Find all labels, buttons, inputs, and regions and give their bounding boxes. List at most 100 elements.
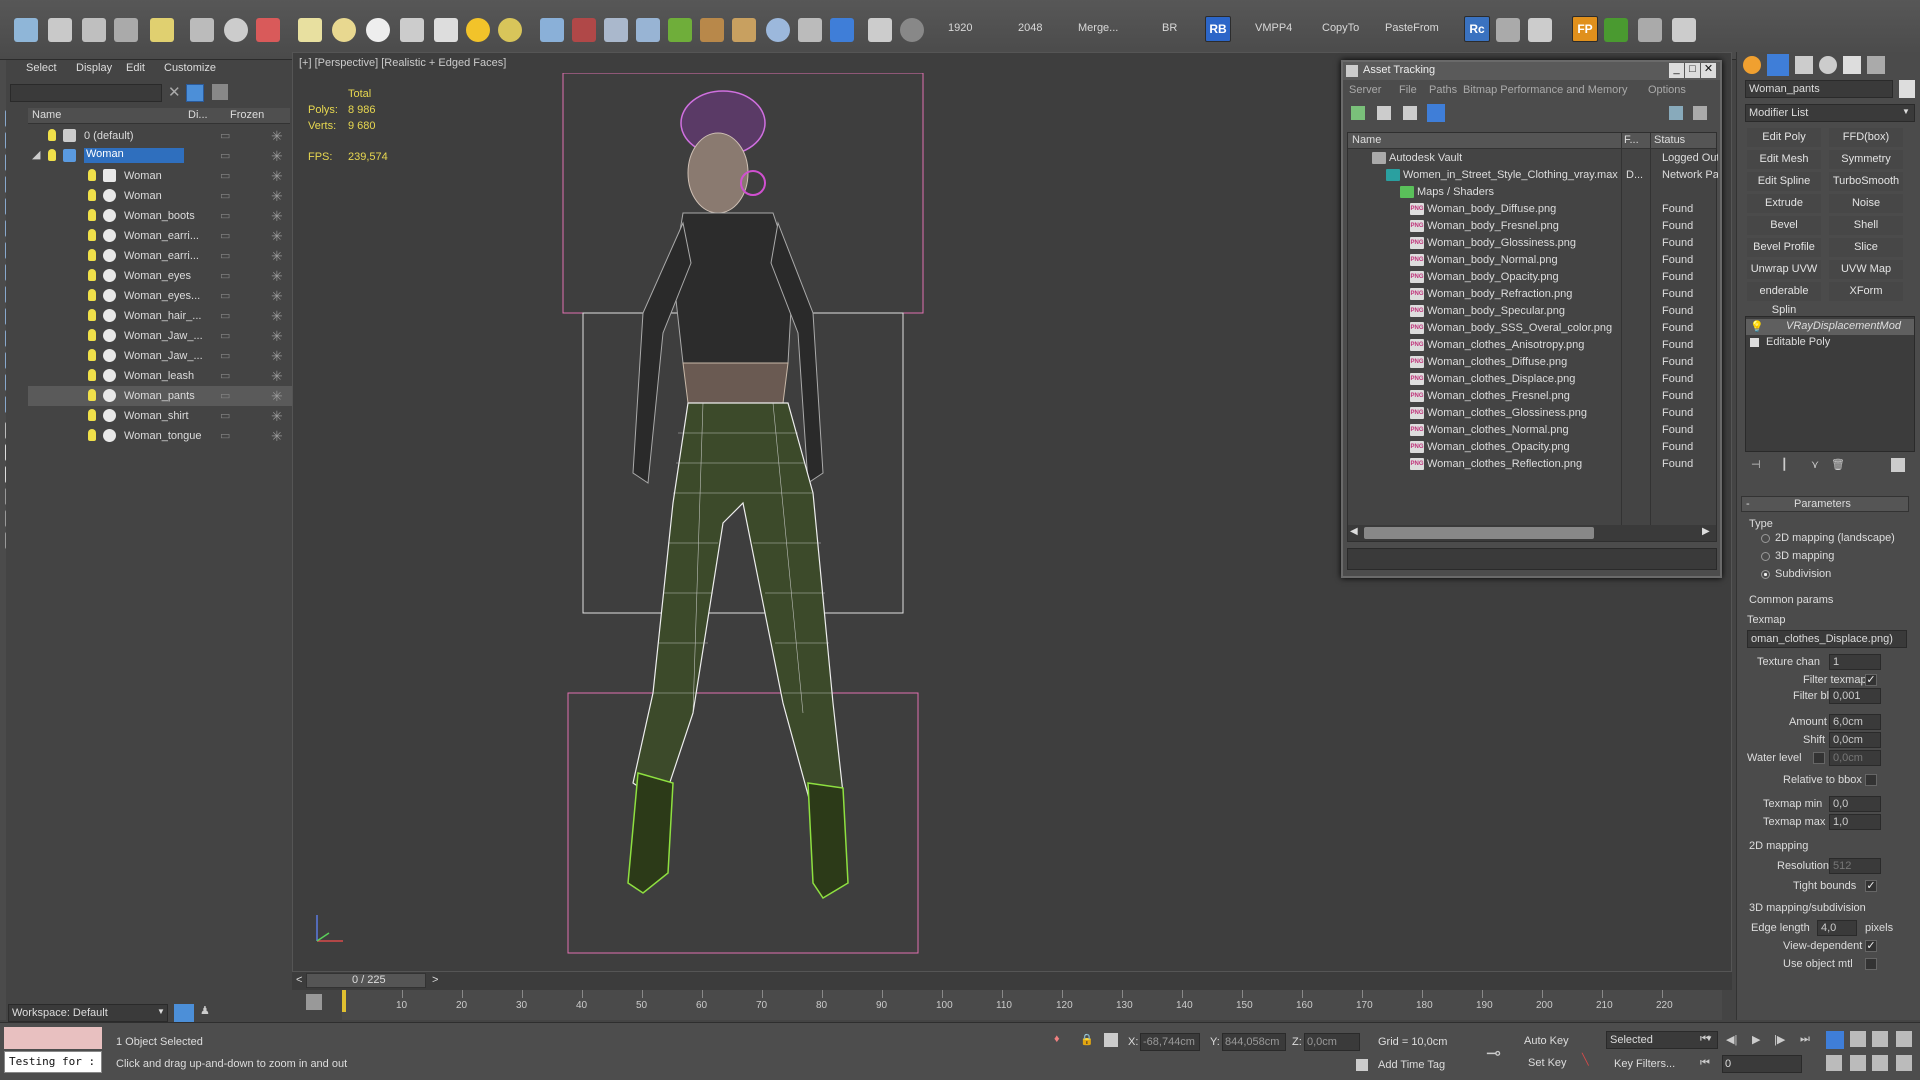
display-icon[interactable]: ▭ — [220, 389, 234, 403]
column-status[interactable]: Status — [1654, 134, 1685, 146]
key-icon[interactable]: ⊸ — [1486, 1043, 1501, 1064]
maximize-viewport-icon[interactable] — [1896, 1031, 1912, 1047]
lightbulb-icon[interactable] — [88, 389, 96, 401]
prev-key-icon[interactable]: ◀| — [1726, 1033, 1737, 1046]
wireframe-figure[interactable] — [543, 73, 943, 963]
snowflake-icon[interactable] — [636, 18, 660, 42]
display-icon[interactable]: ▭ — [220, 309, 234, 323]
rb-button[interactable]: RB — [1205, 16, 1231, 42]
lightbulb-icon[interactable]: 💡 — [1750, 320, 1764, 333]
modifier-button[interactable]: UVW Map — [1829, 260, 1903, 279]
table-view-icon[interactable] — [1427, 104, 1445, 122]
lightbulb-icon[interactable] — [48, 149, 56, 161]
asset-row[interactable]: PNG Woman_clothes_Anisotropy.png Found — [1352, 337, 1718, 354]
tree-icon[interactable] — [1604, 18, 1628, 42]
toolbar-button-vmpp4[interactable]: VMPP4 — [1255, 22, 1292, 34]
skin-icon[interactable] — [604, 18, 628, 42]
display-icon[interactable]: ▭ — [220, 229, 234, 243]
track-bar[interactable]: 10 20 30 40 50 60 70 80 90 100 110 120 130 140 150 160 1… — [342, 990, 1722, 1020]
column-display[interactable]: Di... — [188, 109, 208, 121]
asset-title-bar[interactable]: Asset Tracking _ □ ✕ — [1343, 62, 1720, 80]
menu-paths[interactable]: Paths — [1429, 84, 1457, 96]
current-frame-field[interactable]: 0 — [1722, 1055, 1802, 1073]
sphere-primitive-icon[interactable] — [332, 18, 356, 42]
help-icon[interactable] — [1669, 106, 1683, 120]
asset-row[interactable]: PNG Woman_body_Specular.png Found — [1352, 303, 1718, 320]
key-mode-icon[interactable] — [306, 994, 322, 1010]
relative-bbox-checkbox[interactable] — [1865, 774, 1877, 786]
display-icon[interactable]: ▭ — [220, 149, 234, 163]
modifier-button[interactable]: Symmetry — [1829, 150, 1903, 169]
add-time-tag[interactable]: Add Time Tag — [1378, 1059, 1445, 1071]
object-row[interactable]: Woman_earri... ▭ ✳ — [28, 246, 304, 266]
layer-explorer-icon[interactable] — [174, 1004, 194, 1022]
key-brush-icon[interactable]: ╲ — [1582, 1053, 1589, 1066]
rotate-icon[interactable] — [224, 18, 248, 42]
frozen-icon[interactable]: ✳ — [271, 248, 283, 265]
go-to-start-icon[interactable]: ⏮ — [1700, 1033, 1710, 1046]
object-row[interactable]: Woman_hair_... ▭ ✳ — [28, 306, 304, 326]
open-file-icon[interactable] — [14, 18, 38, 42]
sphere-light-icon[interactable] — [498, 18, 522, 42]
grid-icon[interactable] — [1672, 18, 1696, 42]
display-icon[interactable]: ▭ — [220, 329, 234, 343]
display-icon[interactable]: ▭ — [220, 129, 234, 143]
edge-length-spinner[interactable]: 4,0 — [1817, 920, 1857, 936]
scale-icon[interactable] — [256, 18, 280, 42]
refresh-icon[interactable] — [1351, 106, 1365, 120]
configure-sets-icon[interactable] — [1891, 458, 1905, 472]
remove-modifier-icon[interactable]: 🗑 — [1831, 458, 1845, 471]
object-row[interactable]: Woman_earri... ▭ ✳ — [28, 226, 304, 246]
radio-3d[interactable] — [1761, 552, 1770, 561]
lightbulb-icon[interactable] — [88, 169, 96, 181]
asset-row[interactable]: PNG Woman_body_Normal.png Found — [1352, 252, 1718, 269]
set-key-button[interactable]: Set Key — [1528, 1057, 1567, 1069]
object-row[interactable]: Woman ▭ ✳ — [28, 186, 304, 206]
asset-row[interactable]: PNG Woman_body_Diffuse.png Found — [1352, 201, 1718, 218]
asset-row[interactable]: PNG Woman_clothes_Displace.png Found — [1352, 371, 1718, 388]
asset-path-field[interactable] — [1347, 548, 1717, 570]
asset-row[interactable]: PNG Woman_clothes_Opacity.png Found — [1352, 439, 1718, 456]
modifier-button[interactable]: Edit Poly — [1747, 128, 1821, 147]
texmap-max-spinner[interactable]: 1,0 — [1829, 814, 1881, 830]
asset-row[interactable]: PNG Woman_clothes_Glossiness.png Found — [1352, 405, 1718, 422]
abs-mode-icon[interactable] — [1104, 1033, 1118, 1047]
texmap-min-spinner[interactable]: 0,0 — [1829, 796, 1881, 812]
modify-tab-icon[interactable] — [1767, 54, 1789, 76]
asset-row[interactable]: Autodesk Vault Logged Out — [1352, 150, 1718, 167]
geosphere-icon[interactable] — [366, 18, 390, 42]
frozen-icon[interactable]: ✳ — [271, 388, 283, 405]
frozen-icon[interactable]: ✳ — [271, 328, 283, 345]
asset-row[interactable]: Women_in_Street_Style_Clothing_vray.max D… — [1352, 167, 1718, 184]
go-to-end-icon[interactable]: ⏭ — [1800, 1033, 1810, 1046]
expand-icon[interactable] — [1750, 338, 1759, 347]
menu-bitmap[interactable]: Bitmap Performance and Memory — [1463, 84, 1627, 96]
toolbar-button-2048[interactable]: 2048 — [1018, 22, 1042, 34]
time-tag-icon[interactable] — [1356, 1059, 1368, 1071]
lightbulb-icon[interactable] — [88, 329, 96, 341]
filter-blur-spinner[interactable]: 0,001 — [1829, 688, 1881, 704]
modifier-button[interactable]: Edit Mesh — [1747, 150, 1821, 169]
object-row[interactable]: Woman_Jaw_... ▭ ✳ — [28, 326, 304, 346]
create-tab-icon[interactable] — [1743, 56, 1761, 74]
frozen-icon[interactable]: ✳ — [271, 188, 283, 205]
view-dependent-checkbox[interactable]: ✓ — [1865, 940, 1877, 952]
key-mode-toggle-icon[interactable]: ⏮ — [1700, 1057, 1710, 1070]
lightbulb-icon[interactable] — [88, 289, 96, 301]
auto-key-button[interactable]: Auto Key — [1524, 1035, 1569, 1047]
lightbulb-icon[interactable] — [88, 209, 96, 221]
zoom-extents-icon[interactable] — [1872, 1031, 1888, 1047]
isolate-icon[interactable]: ♦ — [1054, 1033, 1060, 1045]
toolbar-button-copyto[interactable]: CopyTo — [1322, 22, 1359, 34]
object-row[interactable]: Woman_eyes... ▭ ✳ — [28, 286, 304, 306]
display-icon[interactable]: ▭ — [220, 169, 234, 183]
layer-row-woman[interactable]: ◢ Woman ▭ ✳ — [28, 146, 304, 166]
modifier-list-dropdown[interactable]: Modifier List ▼ — [1745, 104, 1915, 122]
display-icon[interactable]: ▭ — [220, 269, 234, 283]
object-row[interactable]: Woman_eyes ▭ ✳ — [28, 266, 304, 286]
asset-row[interactable]: PNG Woman_clothes_Diffuse.png Found — [1352, 354, 1718, 371]
modifier-button[interactable]: Slice — [1829, 238, 1903, 257]
menu-display[interactable]: Display — [76, 62, 112, 74]
grass-icon[interactable] — [668, 18, 692, 42]
viewport-label[interactable]: [+] [Perspective] [Realistic + Edged Fac… — [299, 57, 506, 69]
